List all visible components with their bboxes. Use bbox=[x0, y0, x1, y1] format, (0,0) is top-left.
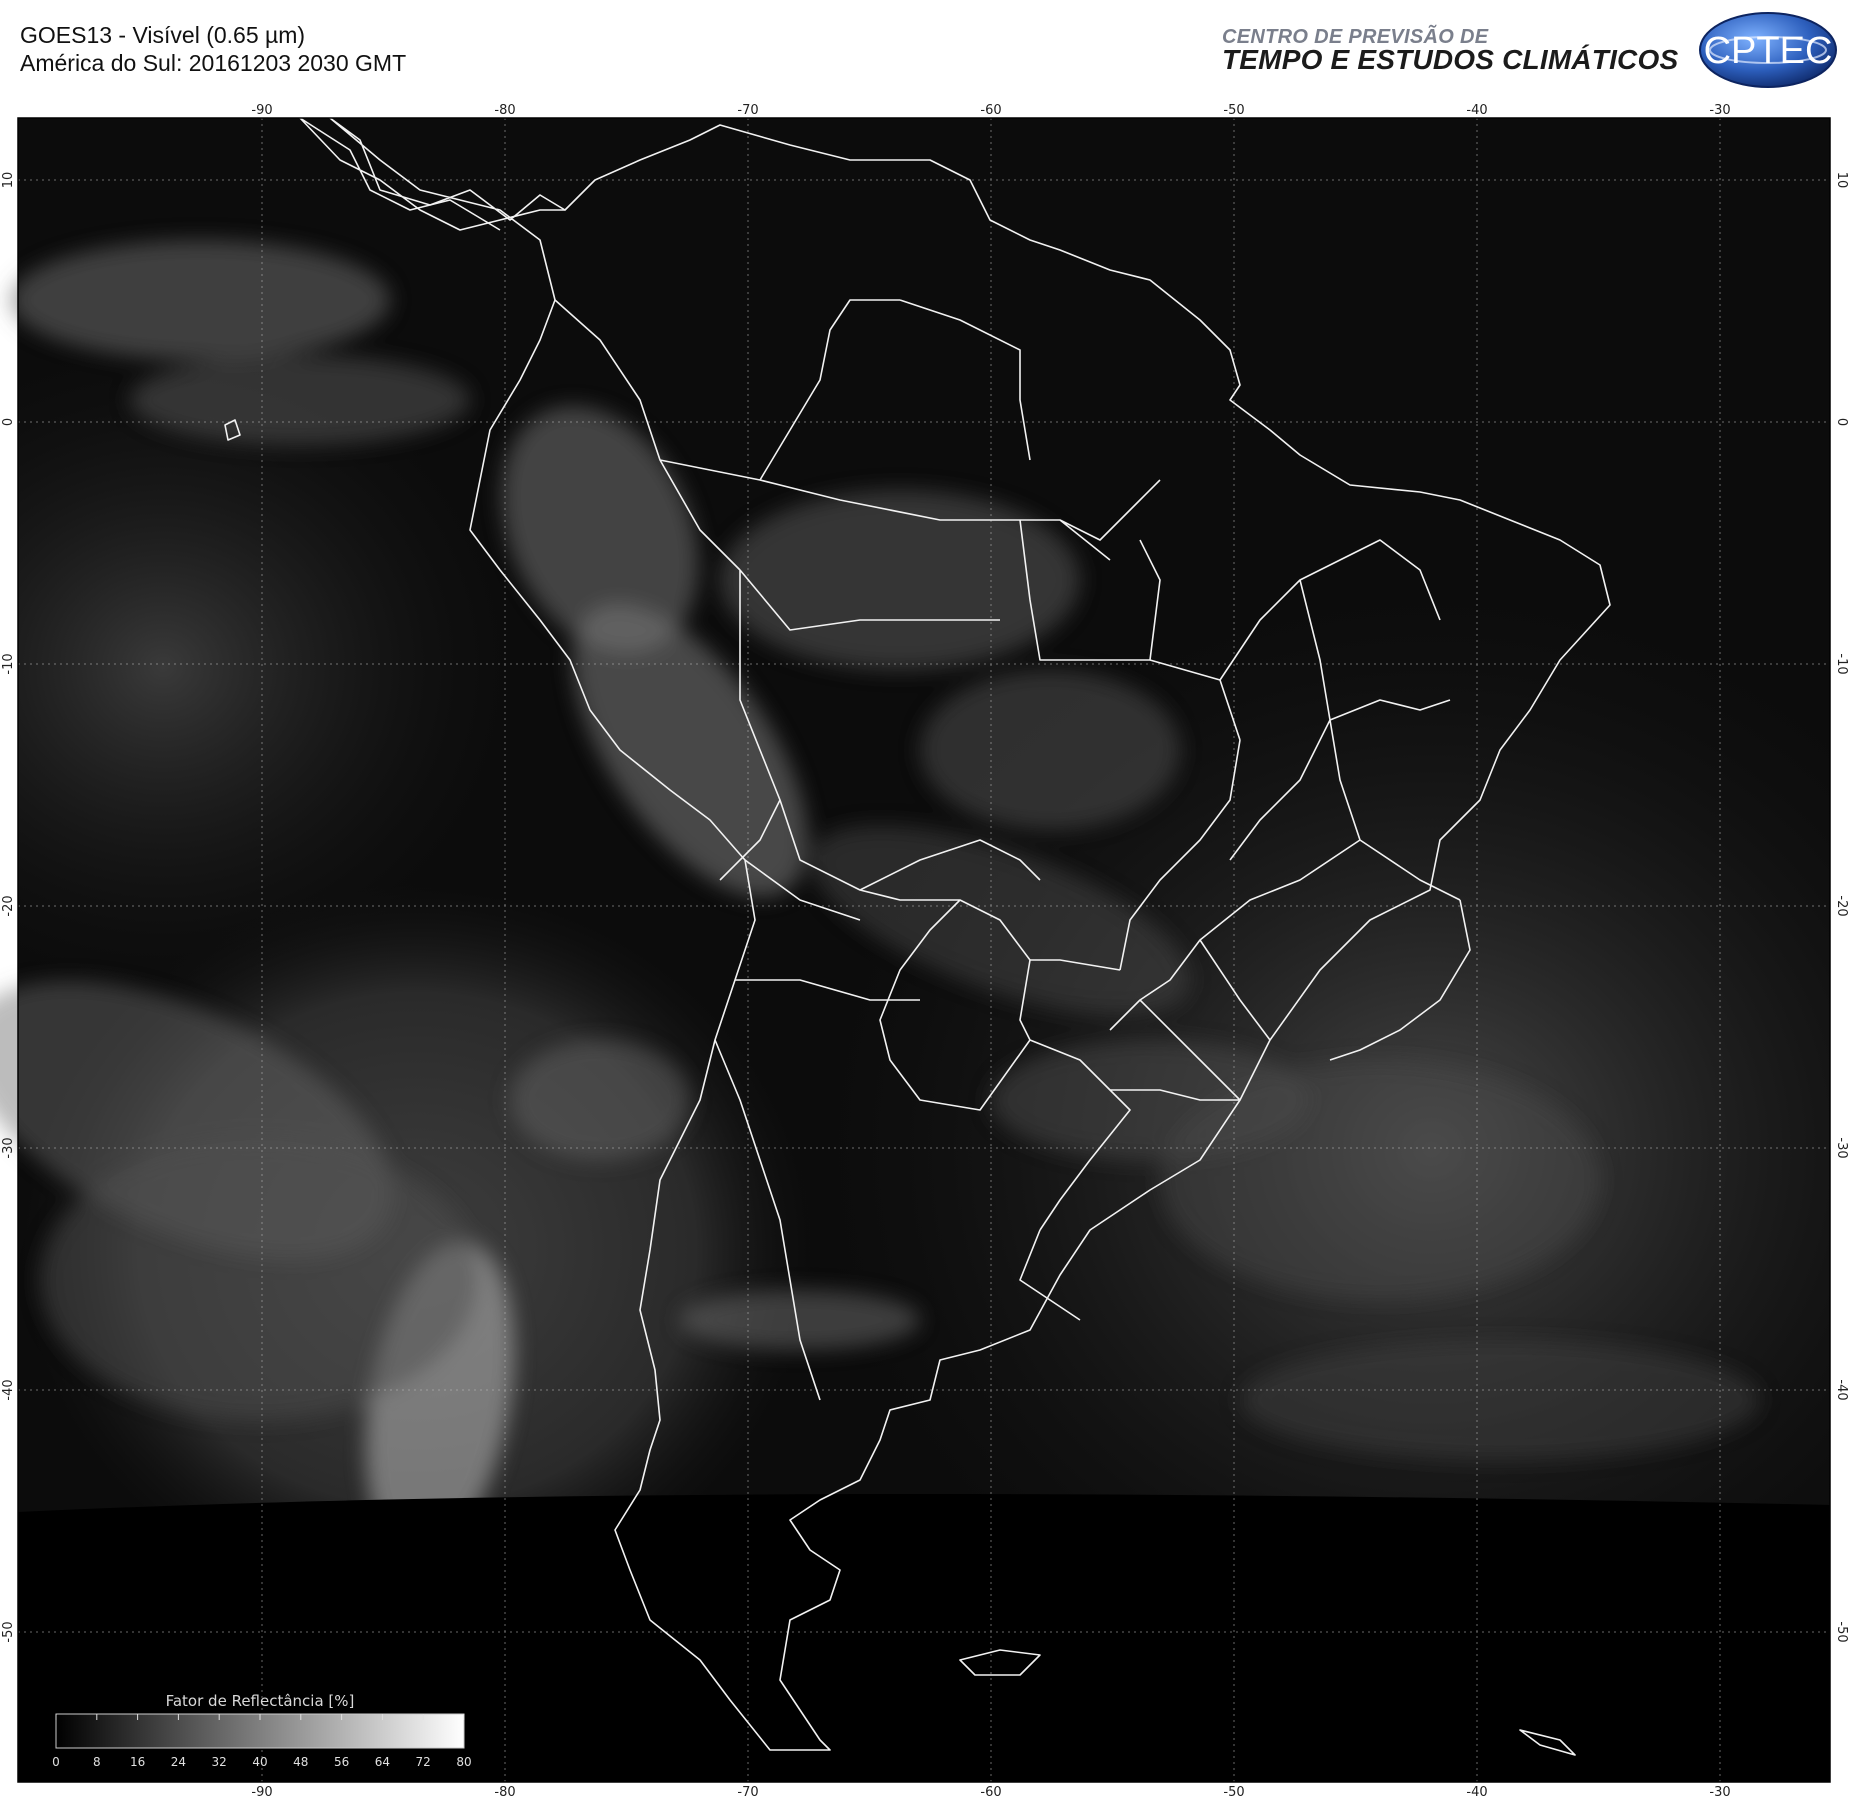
logo-lettering: CPTEC bbox=[1704, 30, 1833, 72]
lon-label: -90 bbox=[251, 103, 272, 118]
legend-tick: 40 bbox=[252, 1755, 267, 1769]
lon-label: -80 bbox=[494, 1785, 515, 1800]
lat-label: -40 bbox=[1834, 1379, 1849, 1400]
lat-label: -20 bbox=[1, 895, 16, 916]
latitude-labels-right: 10 0 -10 -20 -30 -40 -50 bbox=[1834, 172, 1849, 1643]
lon-label: -90 bbox=[251, 1785, 272, 1800]
legend-tick: 64 bbox=[375, 1755, 390, 1769]
satellite-map: -90 -80 -70 -60 -50 -40 -30 -90 -80 -70 … bbox=[0, 100, 1850, 1800]
legend-tick: 48 bbox=[293, 1755, 308, 1769]
lon-label: -70 bbox=[737, 103, 758, 118]
lat-label: -20 bbox=[1834, 895, 1849, 916]
lat-label: 0 bbox=[1, 418, 16, 426]
legend-tick: 80 bbox=[456, 1755, 471, 1769]
legend-tick: 0 bbox=[52, 1755, 60, 1769]
lat-label: -50 bbox=[1834, 1621, 1849, 1642]
lon-label: -40 bbox=[1466, 1785, 1487, 1800]
satellite-image-svg: -90 -80 -70 -60 -50 -40 -30 -90 -80 -70 … bbox=[0, 103, 1849, 1800]
product-title: GOES13 - Visível (0.65 µm) bbox=[20, 22, 306, 48]
legend-tick: 16 bbox=[130, 1755, 145, 1769]
lon-label: -30 bbox=[1709, 103, 1730, 118]
legend-tick: 8 bbox=[93, 1755, 101, 1769]
lon-label: -60 bbox=[980, 1785, 1001, 1800]
lat-label: -40 bbox=[1, 1379, 16, 1400]
lat-label: -10 bbox=[1, 653, 16, 674]
lat-label: 10 bbox=[1, 172, 16, 189]
legend-tick: 32 bbox=[212, 1755, 227, 1769]
legend-tick: 24 bbox=[171, 1755, 186, 1769]
lat-label: 10 bbox=[1834, 172, 1849, 189]
legend-tick: 72 bbox=[416, 1755, 431, 1769]
lat-label: -30 bbox=[1, 1137, 16, 1158]
longitude-labels-top: -90 -80 -70 -60 -50 -40 -30 bbox=[251, 103, 1730, 118]
cptec-logo: CPTEC bbox=[1699, 12, 1837, 88]
region-timestamp: América do Sul: 20161203 2030 GMT bbox=[20, 50, 407, 76]
latitude-labels-left: 10 0 -10 -20 -30 -40 -50 bbox=[1, 172, 16, 1643]
legend-tick: 56 bbox=[334, 1755, 349, 1769]
lat-label: 0 bbox=[1834, 418, 1849, 426]
lat-label: -50 bbox=[1, 1621, 16, 1642]
lat-label: -30 bbox=[1834, 1137, 1849, 1158]
longitude-labels-bottom: -90 -80 -70 -60 -50 -40 -30 bbox=[251, 1785, 1730, 1800]
lon-label: -30 bbox=[1709, 1785, 1730, 1800]
header: GOES13 - Visível (0.65 µm) América do Su… bbox=[0, 0, 1850, 100]
lon-label: -60 bbox=[980, 103, 1001, 118]
lon-label: -50 bbox=[1223, 103, 1244, 118]
lon-label: -50 bbox=[1223, 1785, 1244, 1800]
lon-label: -80 bbox=[494, 103, 515, 118]
legend-title: Fator de Reflectância [%] bbox=[166, 1692, 355, 1710]
lat-label: -10 bbox=[1834, 653, 1849, 674]
organization-name-line-2: TEMPO E ESTUDOS CLIMÁTICOS bbox=[1222, 44, 1679, 75]
lon-label: -40 bbox=[1466, 103, 1487, 118]
lon-label: -70 bbox=[737, 1785, 758, 1800]
